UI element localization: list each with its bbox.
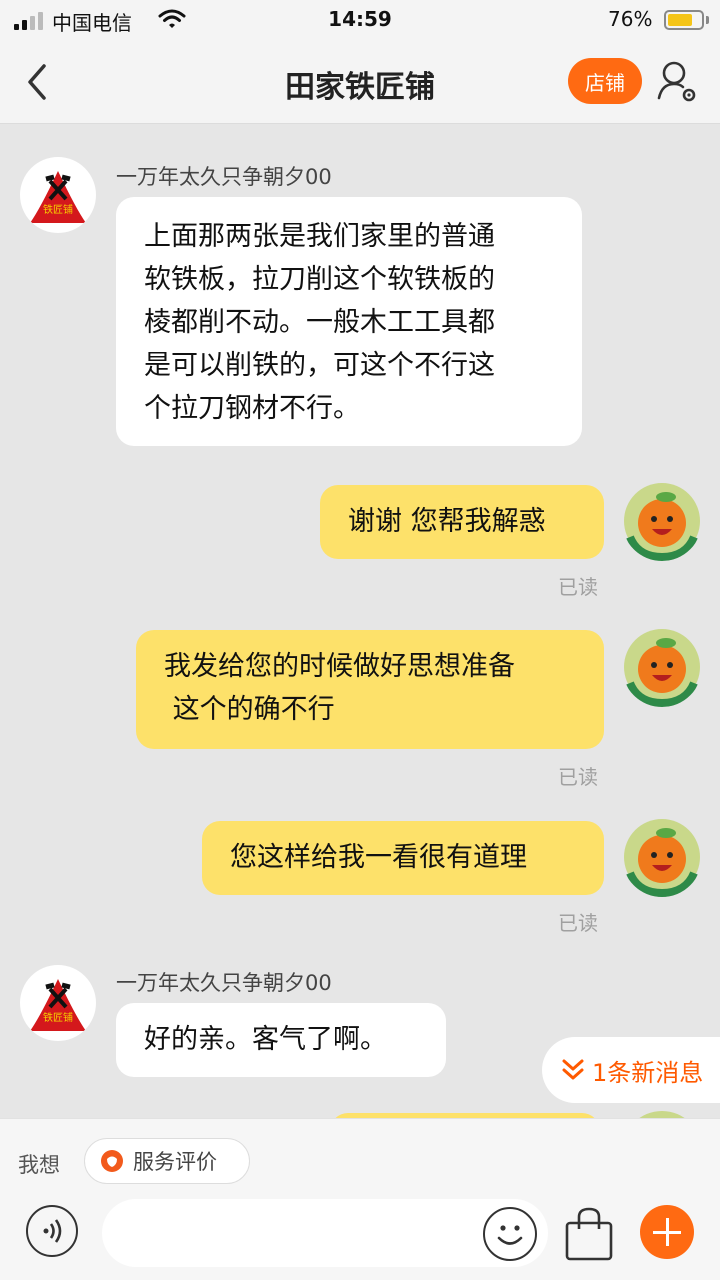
message-line: 谢谢 您帮我解惑 xyxy=(348,506,546,537)
new-message-label: 1条新消息 xyxy=(592,1058,704,1087)
message-line: 软铁板，拉刀削这个软铁板的 xyxy=(144,264,495,295)
my-avatar[interactable] xyxy=(622,817,702,897)
input-panel: 我想 服务评价 xyxy=(0,1118,720,1280)
service-review-icon xyxy=(101,1150,123,1172)
orange-mascot-icon xyxy=(624,629,700,707)
store-button[interactable]: 店铺 xyxy=(568,58,642,104)
message-line: 棱都削不动。一般木工工具都 xyxy=(144,307,495,338)
message-line: 好的亲。客气了啊。 xyxy=(144,1024,387,1055)
shopping-bag-button[interactable] xyxy=(562,1205,616,1263)
message-input[interactable] xyxy=(102,1199,548,1267)
nav-bar: 田家铁匠铺 店铺 xyxy=(0,40,720,124)
read-status: 已读 xyxy=(558,575,598,599)
my-avatar[interactable] xyxy=(622,627,702,707)
message-line: 是可以削铁的，可这个不行这 xyxy=(144,350,495,381)
smiley-icon xyxy=(497,1225,523,1245)
want-label: 我想 xyxy=(18,1153,60,1177)
message-line: 上面那两张是我们家里的普通 xyxy=(144,221,495,252)
my-avatar[interactable] xyxy=(622,481,702,561)
battery-tip xyxy=(706,16,709,24)
new-message-button[interactable]: 1条新消息 xyxy=(542,1037,720,1103)
shop-logo-text: 铁匠铺 xyxy=(43,203,73,216)
message-bubble-outgoing[interactable]: 谢谢 您帮我解惑 xyxy=(320,485,604,559)
more-button[interactable] xyxy=(640,1205,694,1259)
message-line: 您这样给我一看很有道理 xyxy=(230,842,527,873)
battery-icon xyxy=(664,10,704,30)
sender-name: 一万年太久只争朝夕00 xyxy=(116,971,332,995)
read-status: 已读 xyxy=(558,911,598,935)
shop-logo-text: 铁匠铺 xyxy=(43,1011,73,1024)
shop-avatar[interactable]: 铁匠铺 xyxy=(20,965,96,1041)
shopping-bag-icon xyxy=(565,1207,613,1261)
battery-level xyxy=(668,14,692,26)
my-avatar-partial[interactable] xyxy=(622,1111,702,1118)
message-line: 我发给您的时候做好思想准备 xyxy=(164,651,515,682)
message-bubble-incoming[interactable]: 上面那两张是我们家里的普通 软铁板，拉刀削这个软铁板的 棱都削不动。一般木工工具… xyxy=(116,197,582,446)
service-review-chip[interactable]: 服务评价 xyxy=(84,1138,250,1184)
service-review-label: 服务评价 xyxy=(133,1150,217,1174)
message-line: 个拉刀钢材不行。 xyxy=(144,393,360,424)
voice-button[interactable] xyxy=(26,1205,78,1257)
message-bubble-outgoing[interactable]: 我发给您的时候做好思想准备 这个的确不行 xyxy=(136,630,604,749)
chat-area[interactable]: 铁匠铺 一万年太久只争朝夕00 上面那两张是我们家里的普通 软铁板，拉刀削这个软… xyxy=(0,125,720,1118)
read-status: 已读 xyxy=(558,765,598,789)
sender-name: 一万年太久只争朝夕00 xyxy=(116,165,332,189)
voice-icon xyxy=(43,1219,62,1243)
profile-settings-button[interactable] xyxy=(656,58,700,106)
orange-mascot-icon xyxy=(624,483,700,561)
message-line: 这个的确不行 xyxy=(164,694,335,725)
shop-logo-icon: 铁匠铺 xyxy=(30,979,86,1031)
user-settings-icon xyxy=(657,61,696,102)
status-bar: 中国电信 14:59 76% xyxy=(0,0,720,40)
double-chevron-down-icon xyxy=(562,1059,584,1080)
message-bubble-incoming[interactable]: 好的亲。客气了啊。 xyxy=(116,1003,446,1077)
orange-mascot-icon xyxy=(624,819,700,897)
message-bubble-outgoing[interactable]: 您这样给我一看很有道理 xyxy=(202,821,604,895)
shop-avatar[interactable]: 铁匠铺 xyxy=(20,157,96,233)
battery-percent: 76% xyxy=(608,7,653,31)
shop-logo-icon: 铁匠铺 xyxy=(30,171,86,223)
emoji-button[interactable] xyxy=(483,1207,537,1261)
